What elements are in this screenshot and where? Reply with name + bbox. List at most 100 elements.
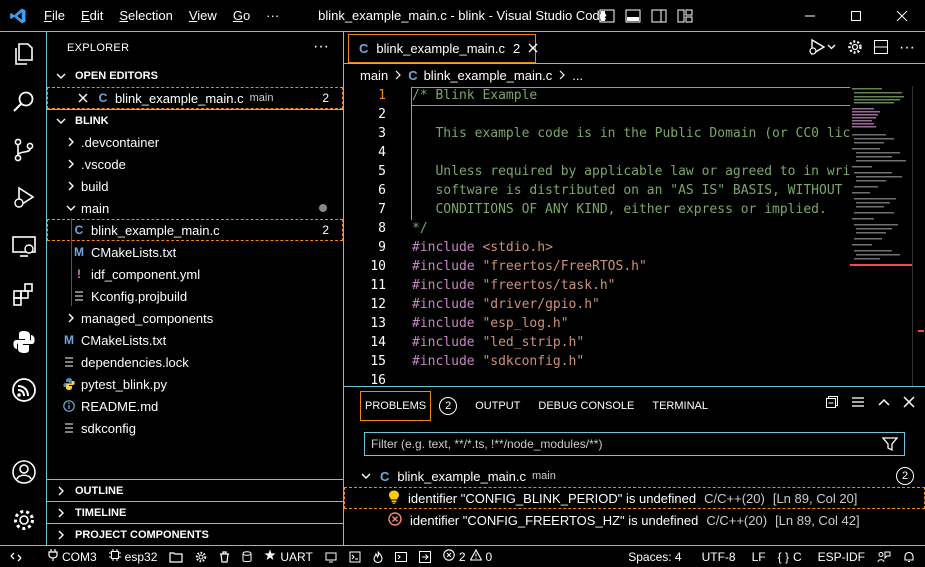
tree-item-vscode[interactable]: .vscode — [47, 153, 343, 175]
tree-item-blink-example-main-c[interactable]: C blink_example_main.c 2 — [47, 219, 343, 241]
toggle-primary-sidebar-icon[interactable] — [597, 6, 617, 26]
tab-terminal[interactable]: TERMINAL — [652, 391, 708, 421]
terminal-icon[interactable] — [389, 546, 413, 567]
menu-view[interactable]: View — [181, 0, 225, 32]
tree-item-root-cmakelists[interactable]: M CMakeLists.txt — [47, 329, 343, 351]
account-icon[interactable] — [0, 452, 47, 492]
tab-problems[interactable]: PROBLEMS — [360, 391, 432, 421]
code-line[interactable]: 16 — [344, 371, 850, 386]
esp-idf-status[interactable]: ESP-IDF — [812, 546, 871, 567]
tree-item-main[interactable]: main — [47, 197, 343, 219]
eol-status[interactable]: LF — [746, 546, 772, 567]
code-line[interactable]: 12 #include "driver/gpio.h" — [344, 295, 850, 314]
encoding-status[interactable]: UTF-8 — [696, 546, 742, 567]
workspace-header[interactable]: BLINK — [47, 109, 343, 131]
code-line[interactable]: 2 — [344, 105, 850, 124]
settings-gear-icon[interactable] — [0, 500, 47, 540]
maximize-panel-icon[interactable] — [877, 395, 891, 412]
more-actions-icon[interactable]: ··· — [313, 38, 329, 56]
code-line[interactable]: 14 #include "led_strip.h" — [344, 333, 850, 352]
feedback-icon[interactable] — [871, 546, 897, 567]
close-editor-icon[interactable] — [75, 93, 91, 103]
timeline-header[interactable]: TIMELINE — [47, 501, 343, 523]
problem-item-error[interactable]: identifier "CONFIG_FREERTOS_HZ" is undef… — [344, 509, 925, 531]
esp-idf-icon[interactable] — [0, 370, 47, 410]
menu-edit[interactable]: Edit — [73, 0, 111, 32]
tree-item-kconfig-projbuild[interactable]: Kconfig.projbuild — [47, 285, 343, 307]
code-line[interactable]: 1 /* Blink Example — [344, 86, 850, 105]
source-control-icon[interactable] — [0, 130, 47, 170]
breadcrumb-file[interactable]: blink_example_main.c — [424, 68, 553, 83]
run-debug-dropdown-icon[interactable] — [809, 38, 837, 59]
run-debug-icon[interactable] — [0, 178, 47, 218]
explorer-icon[interactable] — [0, 34, 47, 74]
flash-device-icon[interactable] — [319, 546, 343, 567]
maximize-icon[interactable] — [833, 0, 879, 32]
open-editors-header[interactable]: OPEN EDITORS — [47, 65, 343, 87]
minimap[interactable] — [850, 86, 912, 276]
open-editor-item[interactable]: C blink_example_main.c main 2 — [47, 87, 343, 109]
execute-task-icon[interactable] — [413, 546, 437, 567]
tree-item-idf-component-yml[interactable]: ! idf_component.yml — [47, 263, 343, 285]
code-line[interactable]: 13 #include "esp_log.h" — [344, 314, 850, 333]
problems-status[interactable]: 2 0 — [437, 546, 498, 567]
build-cylinder-icon[interactable] — [236, 546, 258, 567]
toggle-panel-icon[interactable] — [623, 6, 643, 26]
full-clean-trash-icon[interactable] — [213, 546, 236, 567]
code-line[interactable]: 8 */ — [344, 219, 850, 238]
close-panel-icon[interactable] — [903, 396, 915, 411]
menu-more[interactable]: ··· — [258, 0, 287, 32]
close-icon[interactable] — [879, 0, 925, 32]
code-line[interactable]: 10 #include "freertos/FreeRTOS.h" — [344, 257, 850, 276]
toggle-secondary-sidebar-icon[interactable] — [649, 6, 669, 26]
problems-file-group[interactable]: C blink_example_main.c main 2 — [344, 465, 925, 487]
indentation-status[interactable]: Spaces: 4 — [622, 546, 687, 567]
serial-port-status[interactable]: COM3 — [42, 546, 103, 567]
tab-blink-example-main-c[interactable]: C blink_example_main.c 2 — [348, 34, 538, 63]
tree-item-dependencies-lock[interactable]: dependencies.lock — [47, 351, 343, 373]
code-line[interactable]: 6 software is distributed on an "AS IS" … — [344, 181, 850, 200]
breadcrumb-folder[interactable]: main — [360, 68, 388, 83]
code-line[interactable]: 7 CONDITIONS OF ANY KIND, either express… — [344, 200, 850, 219]
notifications-bell-icon[interactable] — [897, 546, 925, 567]
filter-icon[interactable] — [881, 437, 899, 454]
tree-item-readme-md[interactable]: README.md — [47, 395, 343, 417]
more-actions-icon[interactable]: ··· — [899, 39, 915, 57]
project-components-header[interactable]: PROJECT COMPONENTS — [47, 523, 343, 545]
search-icon[interactable] — [0, 82, 47, 122]
open-folder-icon[interactable] — [163, 546, 189, 567]
tree-item-build[interactable]: build — [47, 175, 343, 197]
menu-selection[interactable]: Selection — [111, 0, 180, 32]
python-icon[interactable] — [0, 322, 47, 362]
monitor-device-icon[interactable] — [343, 546, 367, 567]
breadcrumb-symbol[interactable]: ... — [572, 68, 583, 83]
tab-debug-console[interactable]: DEBUG CONSOLE — [538, 391, 634, 421]
code-line[interactable]: 4 — [344, 143, 850, 162]
flash-method-status[interactable]: UART — [258, 546, 318, 567]
tree-item-main-cmakelists[interactable]: M CMakeLists.txt — [47, 241, 343, 263]
tree-item-devcontainer[interactable]: .devcontainer — [47, 131, 343, 153]
tree-item-sdkconfig[interactable]: sdkconfig — [47, 417, 343, 439]
view-as-list-icon[interactable] — [851, 395, 865, 412]
problem-item-warning[interactable]: identifier "CONFIG_BLINK_PERIOD" is unde… — [344, 487, 925, 509]
target-status[interactable]: esp32 — [103, 546, 164, 567]
code-editor[interactable]: 1 /* Blink Example 2 3 This example code is… — [344, 86, 850, 386]
minimize-icon[interactable] — [787, 0, 833, 32]
split-editor-icon[interactable] — [873, 39, 889, 58]
menu-file[interactable]: File — [36, 0, 73, 32]
outline-header[interactable]: OUTLINE — [47, 479, 343, 501]
tree-item-managed-components[interactable]: managed_components — [47, 307, 343, 329]
problems-filter-input[interactable]: Filter (e.g. text, **/*.ts, !**/node_mod… — [364, 432, 905, 456]
remote-indicator-icon[interactable] — [0, 546, 28, 567]
code-line[interactable]: 9 #include <stdio.h> — [344, 238, 850, 257]
sdk-config-gear-icon[interactable] — [189, 546, 213, 567]
tab-output[interactable]: OUTPUT — [475, 391, 520, 421]
collapse-all-icon[interactable] — [825, 395, 839, 412]
tree-item-pytest-blink-py[interactable]: pytest_blink.py — [47, 373, 343, 395]
menu-go[interactable]: Go — [225, 0, 258, 32]
editor-scrollbar[interactable] — [912, 86, 925, 386]
build-flash-monitor-flame-icon[interactable] — [367, 546, 389, 567]
customize-layout-icon[interactable] — [675, 6, 695, 26]
close-tab-icon[interactable] — [528, 41, 538, 56]
remote-explorer-icon[interactable] — [0, 226, 47, 266]
